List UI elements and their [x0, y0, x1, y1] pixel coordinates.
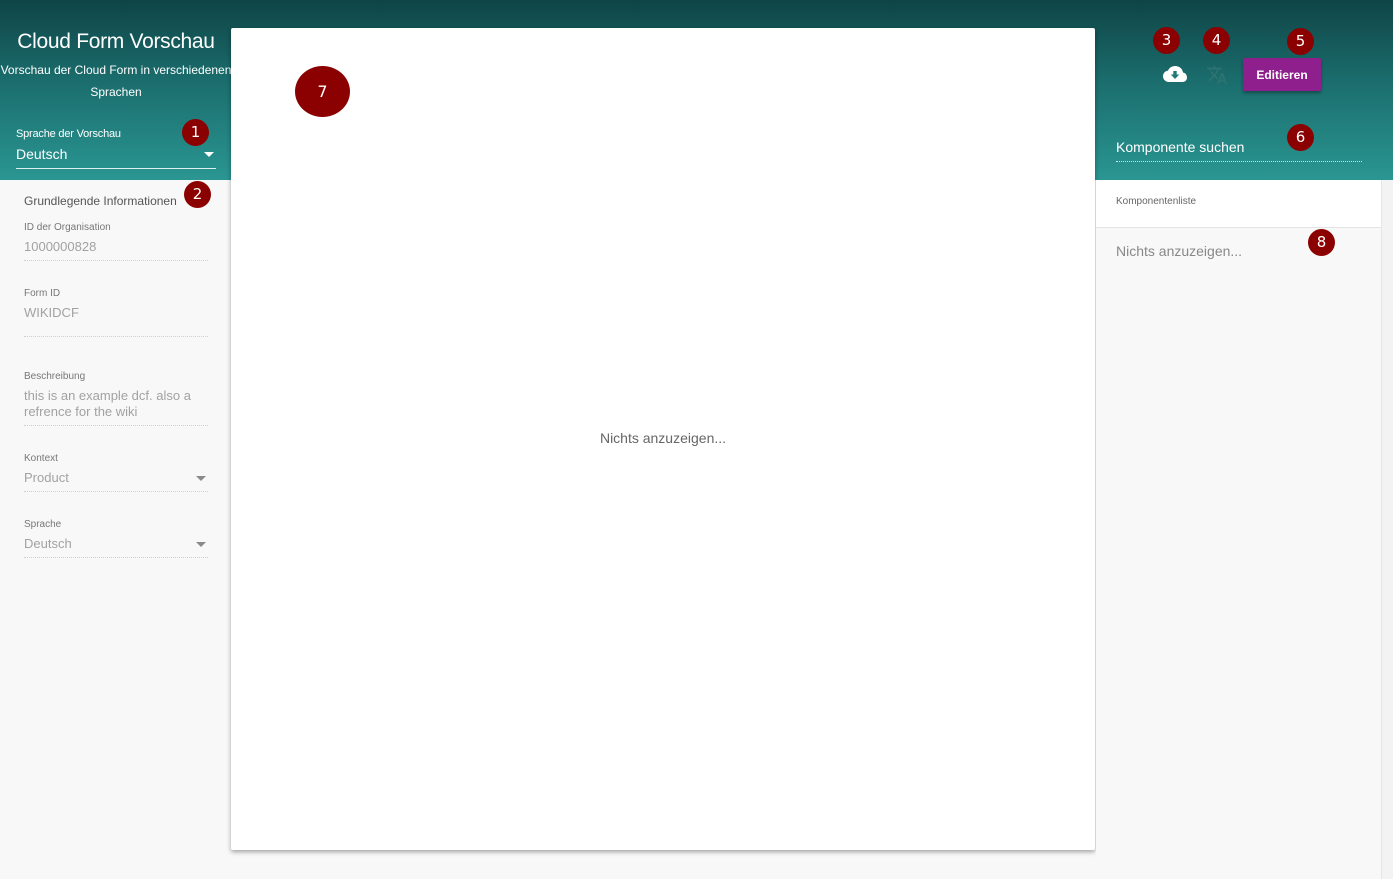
annotation-marker-5: 5 — [1287, 28, 1314, 55]
page-title: Cloud Form Vorschau — [17, 30, 215, 53]
preview-language-value: Deutsch — [16, 146, 68, 162]
chevron-down-icon — [196, 476, 206, 481]
right-scrollbar[interactable] — [1381, 180, 1393, 879]
field-value: WIKIDCF — [24, 305, 208, 337]
annotation-marker-2: 2 — [184, 181, 211, 208]
field-label: Sprache — [24, 519, 62, 530]
cloud-download-icon[interactable] — [1162, 63, 1188, 90]
preview-language-label: Sprache der Vorschau — [16, 128, 121, 140]
context-field: Kontext Product — [24, 453, 208, 492]
preview-empty-text: Nichts anzuzeigen... — [599, 430, 727, 446]
form-preview-card: Nichts anzuzeigen... — [231, 28, 1095, 850]
field-value: Product — [24, 470, 69, 485]
chevron-down-icon — [196, 542, 206, 547]
component-list-panel: Komponentenliste Nichts anzuzeigen... — [1096, 180, 1381, 879]
organisation-id-field: ID der Organisation 1000000828 — [24, 222, 208, 261]
annotation-marker-7: 7 — [295, 66, 350, 117]
field-value: Deutsch — [24, 536, 72, 551]
field-value: 1000000828 — [24, 239, 208, 261]
annotation-marker-3: 3 — [1153, 27, 1180, 54]
description-field: Beschreibung this is an example dcf. als… — [24, 371, 208, 426]
basic-info-title: Grundlegende Informationen — [24, 194, 177, 208]
field-label: Form ID — [24, 288, 61, 299]
component-list-title: Komponentenliste — [1116, 196, 1197, 207]
component-list-empty-text: Nichts anzuzeigen... — [1116, 243, 1243, 259]
annotation-marker-1: 1 — [182, 119, 209, 146]
annotation-marker-4: 4 — [1203, 27, 1230, 54]
form-id-field: Form ID WIKIDCF — [24, 288, 208, 337]
field-label: Kontext — [24, 453, 58, 464]
page-subtitle: Vorschau der Cloud Form in verschiedenen… — [0, 63, 232, 99]
language-select: Deutsch — [24, 536, 208, 558]
preview-language-select[interactable]: Deutsch — [16, 146, 216, 169]
component-list-header: Komponentenliste — [1096, 180, 1381, 228]
translate-icon[interactable] — [1206, 64, 1228, 91]
annotation-marker-8: 8 — [1308, 229, 1335, 256]
edit-button[interactable]: Editieren — [1243, 58, 1321, 91]
basic-info-sidebar: Grundlegende Informationen ID der Organi… — [2, 180, 230, 879]
component-search-input[interactable]: Komponente suchen — [1116, 139, 1362, 162]
field-label: ID der Organisation — [24, 222, 111, 233]
context-select: Product — [24, 470, 208, 492]
field-value: this is an example dcf. also a refrence … — [24, 388, 208, 426]
field-label: Beschreibung — [24, 371, 86, 382]
annotation-marker-6: 6 — [1287, 124, 1314, 151]
chevron-down-icon — [204, 152, 214, 157]
language-field: Sprache Deutsch — [24, 519, 208, 558]
